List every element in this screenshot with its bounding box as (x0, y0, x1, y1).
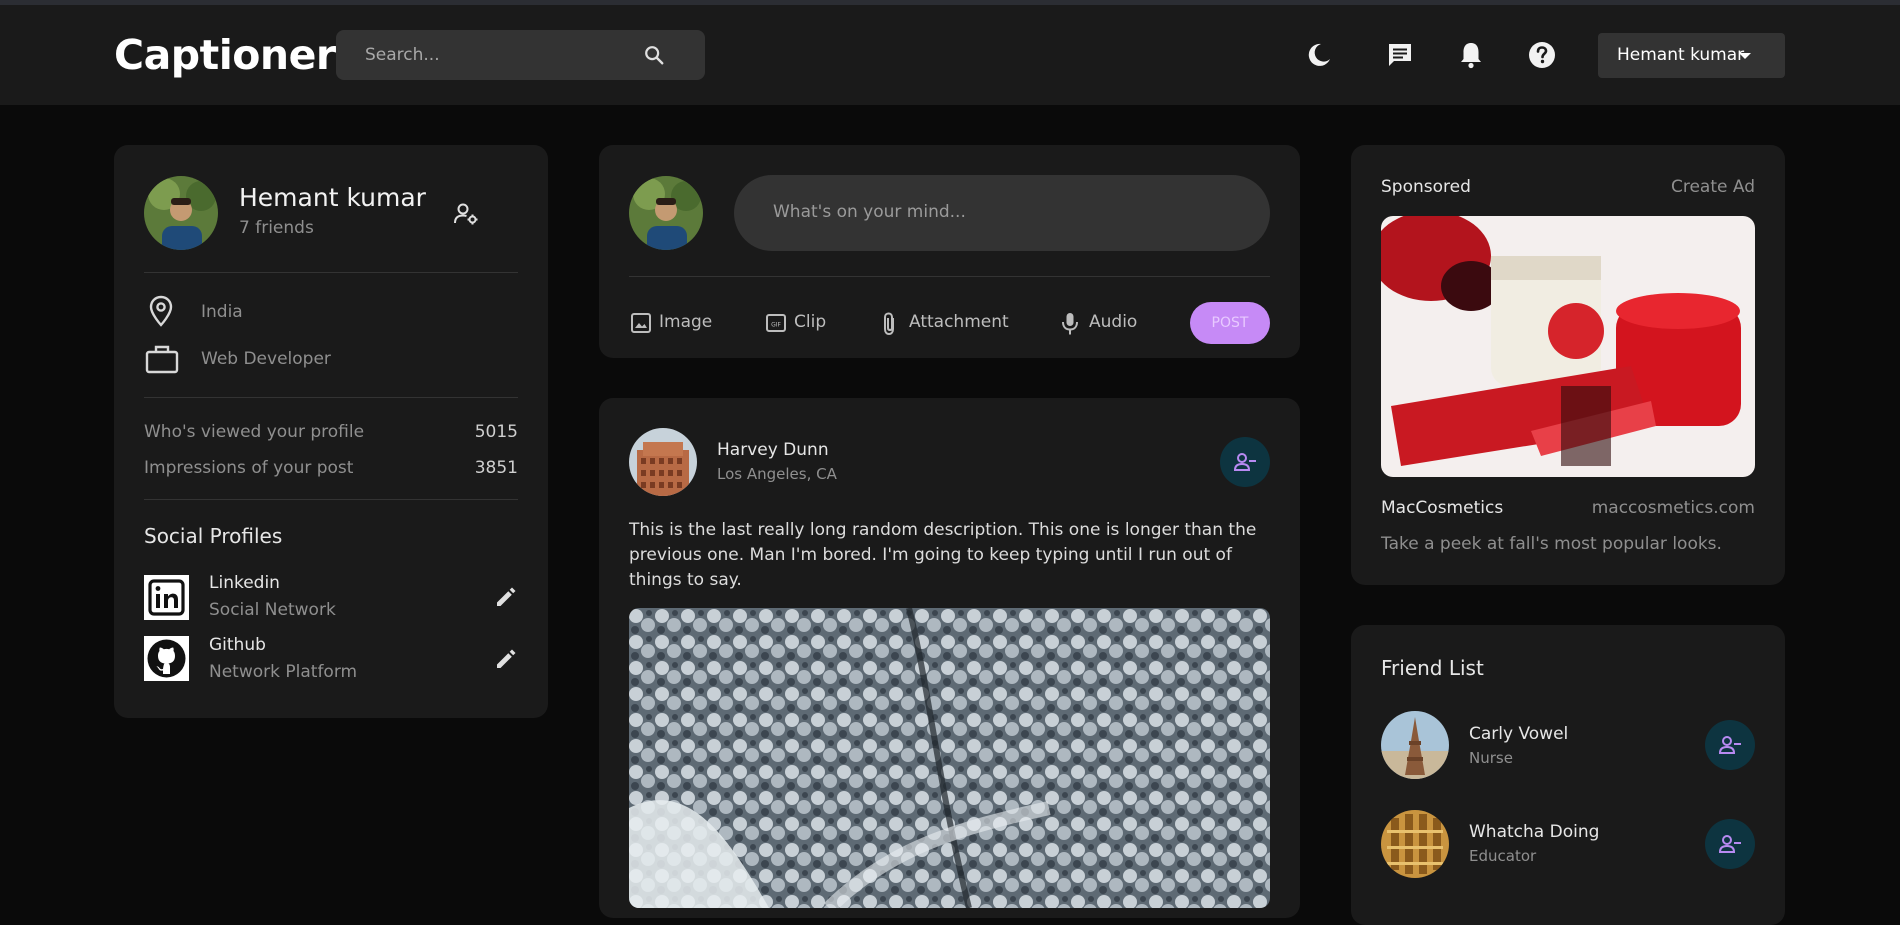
remove-friend-button[interactable] (1220, 437, 1270, 487)
profile-occupation: Web Developer (201, 349, 331, 369)
image-icon (631, 313, 651, 333)
person-remove-icon (1718, 736, 1741, 754)
social-type: Social Network (209, 600, 336, 620)
divider (144, 272, 518, 273)
friend-list-title: Friend List (1381, 656, 1484, 680)
post-author-avatar[interactable] (629, 428, 697, 496)
linkedin-icon[interactable] (144, 575, 189, 620)
search-placeholder: Search... (365, 45, 440, 65)
ad-brand: MacCosmetics (1381, 498, 1504, 518)
composer-avatar (629, 176, 703, 250)
composer-action-label: Attachment (909, 312, 1009, 332)
user-menu-select[interactable]: Hemant kumar (1598, 33, 1785, 78)
divider (629, 276, 1270, 277)
social-profiles-title: Social Profiles (144, 524, 283, 548)
composer-action-label: Clip (794, 312, 827, 332)
location-pin-icon (149, 295, 173, 327)
navbar: Captioner Search... Hemant kumar (0, 5, 1900, 105)
post-card: Harvey Dunn Los Angeles, CA This is the … (599, 398, 1300, 918)
user-menu-name: Hemant kumar (1617, 45, 1745, 65)
composer-action-label: Image (659, 312, 713, 332)
stat-label: Who's viewed your profile (144, 422, 365, 442)
remove-friend-button[interactable] (1705, 720, 1755, 770)
help-icon[interactable] (1526, 39, 1558, 71)
ad-website-link[interactable]: maccosmetics.com (1592, 498, 1755, 518)
friend-name[interactable]: Whatcha Doing (1469, 822, 1599, 842)
edit-pencil-icon[interactable] (494, 647, 518, 671)
stat-value: 3851 (474, 458, 518, 478)
github-icon[interactable] (144, 636, 189, 681)
post-image[interactable] (629, 608, 1270, 908)
profile-name[interactable]: Hemant kumar (239, 183, 426, 212)
friend-avatar[interactable] (1381, 810, 1449, 878)
search-icon[interactable] (643, 44, 665, 66)
edit-pencil-icon[interactable] (494, 585, 518, 609)
manage-account-icon[interactable] (453, 201, 479, 227)
friend-avatar[interactable] (1381, 711, 1449, 779)
stat-value: 5015 (474, 422, 518, 442)
svg-text:GIF: GIF (771, 322, 781, 329)
divider (144, 397, 518, 398)
post-author-location: Los Angeles, CA (717, 465, 837, 483)
message-icon[interactable] (1384, 39, 1416, 71)
ad-description: Take a peek at fall's most popular looks… (1381, 534, 1722, 554)
composer-input[interactable]: What's on your mind... (734, 175, 1270, 251)
brand-logo[interactable]: Captioner (114, 31, 336, 79)
divider (144, 499, 518, 500)
sponsored-title: Sponsored (1381, 177, 1471, 197)
friend-list-card: Friend List Carly Vowel Nurse Whatcha Do… (1351, 625, 1785, 925)
paperclip-icon (884, 312, 894, 336)
composer-action-label: Audio (1089, 312, 1138, 332)
social-name[interactable]: Linkedin (209, 573, 280, 593)
stat-label: Impressions of your post (144, 458, 354, 478)
bell-icon[interactable] (1455, 39, 1487, 71)
sponsored-card: Sponsored Create Ad MacCosmetics maccosm… (1351, 145, 1785, 585)
moon-icon[interactable] (1303, 39, 1335, 71)
person-remove-icon (1233, 453, 1256, 471)
post-author-name[interactable]: Harvey Dunn (717, 440, 829, 460)
create-ad-link[interactable]: Create Ad (1671, 177, 1755, 197)
post-button[interactable]: POST (1190, 302, 1270, 344)
profile-friends-count: 7 friends (239, 218, 314, 238)
friend-role: Educator (1469, 847, 1537, 865)
composer-placeholder: What's on your mind... (773, 202, 966, 222)
profile-card: Hemant kumar 7 friends India Web Develop… (114, 145, 548, 718)
gif-icon: GIF (766, 314, 786, 332)
microphone-icon (1062, 313, 1078, 335)
briefcase-icon (145, 345, 179, 374)
ad-image[interactable] (1381, 216, 1755, 477)
profile-avatar[interactable] (144, 176, 218, 250)
search-input[interactable]: Search... (336, 30, 705, 80)
chevron-down-icon (1739, 53, 1751, 59)
post-description: This is the last really long random desc… (629, 520, 1257, 590)
social-name[interactable]: Github (209, 635, 266, 655)
profile-location: India (201, 302, 243, 322)
person-remove-icon (1718, 835, 1741, 853)
friend-name[interactable]: Carly Vowel (1469, 724, 1568, 744)
social-type: Network Platform (209, 662, 358, 682)
friend-role: Nurse (1469, 749, 1513, 767)
remove-friend-button[interactable] (1705, 819, 1755, 869)
